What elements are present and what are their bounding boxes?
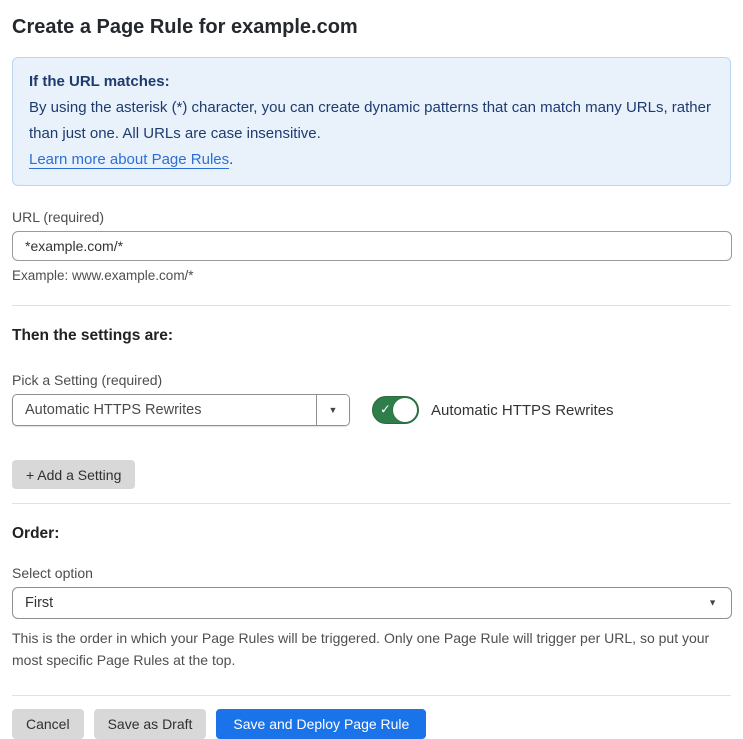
divider xyxy=(12,695,731,696)
order-helper-text: This is the order in which your Page Rul… xyxy=(12,630,710,668)
info-box-heading: If the URL matches: xyxy=(29,73,170,90)
url-field-label: URL (required) xyxy=(12,209,105,225)
toggle-knob xyxy=(393,398,417,422)
chevron-down-icon: ▼ xyxy=(708,597,717,608)
settings-section-heading: Then the settings are: xyxy=(12,327,174,344)
setting-row: Automatic HTTPS Rewrites ▼ ✓ Automatic H… xyxy=(12,394,731,426)
link-suffix: . xyxy=(229,151,234,168)
setting-select-arrow-button[interactable]: ▼ xyxy=(316,395,349,425)
add-setting-button[interactable]: + Add a Setting xyxy=(12,460,136,489)
divider xyxy=(12,305,731,306)
save-deploy-button[interactable]: Save and Deploy Page Rule xyxy=(216,709,427,739)
order-select-value: First xyxy=(25,595,54,611)
order-select-label: Select option xyxy=(12,565,93,581)
automatic-https-rewrites-toggle[interactable]: ✓ xyxy=(372,396,419,424)
info-box-link-row: Learn more about Page Rules. xyxy=(29,147,714,173)
learn-more-link[interactable]: Learn more about Page Rules xyxy=(29,151,230,169)
setting-select-value: Automatic HTTPS Rewrites xyxy=(25,402,202,418)
order-select[interactable]: First ▼ xyxy=(12,587,732,619)
cancel-button[interactable]: Cancel xyxy=(12,709,84,739)
chevron-down-icon: ▼ xyxy=(328,404,338,415)
url-example-helper: Example: www.example.com/* xyxy=(12,268,194,283)
setting-select[interactable]: Automatic HTTPS Rewrites ▼ xyxy=(12,394,350,426)
page-title: Create a Page Rule for example.com xyxy=(12,16,358,38)
pick-setting-label: Pick a Setting (required) xyxy=(12,372,163,388)
url-matches-info-box: If the URL matches: By using the asteris… xyxy=(12,57,731,186)
order-section-heading: Order: xyxy=(12,525,60,542)
toggle-label: Automatic HTTPS Rewrites xyxy=(431,401,614,419)
check-icon: ✓ xyxy=(380,401,391,417)
divider xyxy=(12,503,731,504)
url-input[interactable] xyxy=(12,231,732,261)
info-box-body: By using the asterisk (*) character, you… xyxy=(29,99,711,142)
footer-actions: Cancel Save as Draft Save and Deploy Pag… xyxy=(12,709,731,739)
save-draft-button[interactable]: Save as Draft xyxy=(93,709,207,739)
